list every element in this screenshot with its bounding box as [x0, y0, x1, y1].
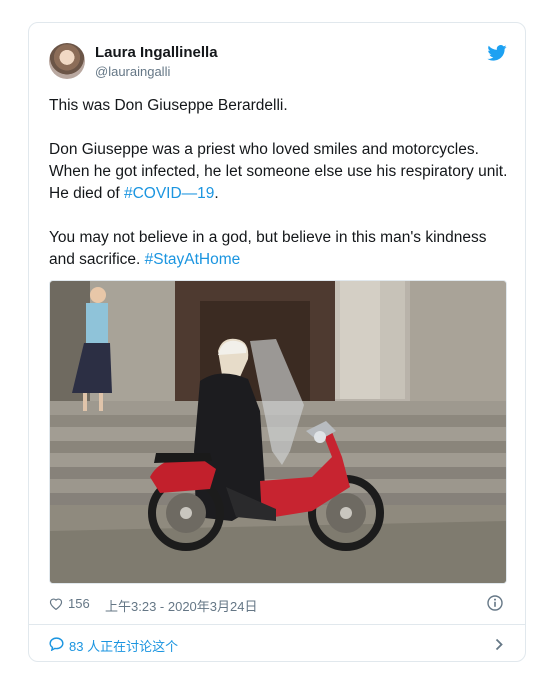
discussion-text[interactable]: 83 人正在讨论这个	[69, 636, 178, 655]
hashtag-covid19[interactable]: #COVID—19	[124, 185, 214, 202]
tweet-meta: 156 上午3:23 - 2020年3月24日	[49, 595, 505, 615]
speech-bubble-icon	[49, 637, 64, 651]
twitter-bird-icon[interactable]	[487, 45, 507, 61]
paragraph-3-text: You may not believe in a god, but believ…	[49, 229, 487, 268]
tweet-header: Laura Ingallinella @lauraingalli	[49, 41, 507, 81]
photo-priest-on-scooter	[50, 281, 506, 583]
paragraph-2-text: Don Giuseppe was a priest who loved smil…	[49, 141, 508, 202]
paragraph-2-end: .	[214, 185, 219, 202]
discussion-label: 人正在讨论这个	[83, 639, 179, 654]
heart-icon[interactable]	[49, 597, 63, 610]
like-count[interactable]: 156	[68, 596, 90, 611]
hashtag-stayathome[interactable]: #StayAtHome	[145, 251, 241, 268]
tweet-paragraph-3: You may not believe in a god, but believ…	[49, 227, 509, 271]
tweet-photo[interactable]	[49, 280, 507, 584]
author-avatar[interactable]	[49, 43, 85, 79]
discussion-count: 83	[69, 639, 84, 654]
tweet-paragraph-2: Don Giuseppe was a priest who loved smil…	[49, 139, 509, 205]
tweet-card[interactable]: Laura Ingallinella @lauraingalli This wa…	[28, 22, 526, 662]
chevron-right-icon[interactable]	[495, 638, 503, 651]
tweet-text: This was Don Giuseppe Berardelli. Don Gi…	[49, 95, 509, 293]
info-icon[interactable]	[487, 595, 503, 611]
author-handle[interactable]: @lauraingalli	[95, 64, 170, 79]
tweet-timestamp[interactable]: 上午3:23 - 2020年3月24日	[105, 596, 257, 615]
author-name[interactable]: Laura Ingallinella	[95, 44, 218, 61]
discussion-link[interactable]: 83 人正在讨论这个	[29, 624, 525, 663]
tweet-line-1: This was Don Giuseppe Berardelli.	[49, 97, 288, 114]
